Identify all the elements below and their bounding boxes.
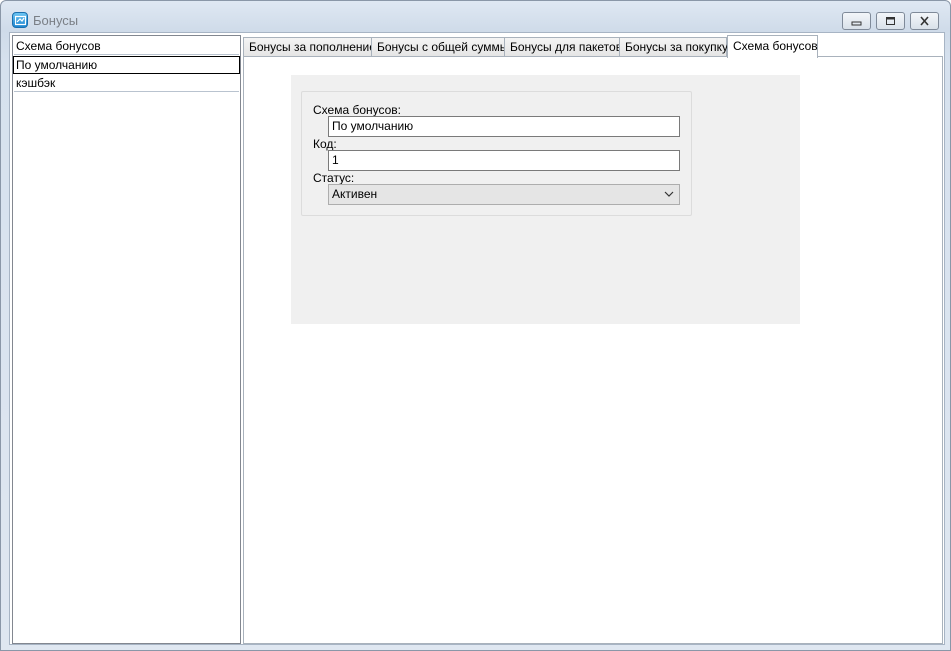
window-title: Бонусы [33,13,79,28]
title-bar[interactable]: Бонусы [1,1,950,33]
tab-topup-bonuses[interactable]: Бонусы за пополнение [243,37,376,57]
tab-package-bonuses[interactable]: Бонусы для пакетов [504,37,622,57]
tab-bonus-scheme[interactable]: Схема бонусов [727,35,818,58]
list-item-cashback[interactable]: кэшбэк [14,75,239,92]
restore-button[interactable] [876,12,905,30]
close-button[interactable] [910,12,939,30]
scheme-name-label: Схема бонусов: [313,103,402,117]
tab-strip: Бонусы за пополнение Бонусы с общей сумм… [243,35,943,58]
list-header[interactable]: Схема бонусов [14,38,239,55]
code-input[interactable]: 1 [328,150,680,171]
status-label: Статус: [313,171,355,185]
bonus-scheme-list[interactable]: Схема бонусов По умолчанию кэшбэк [12,35,241,644]
restore-icon [886,17,895,25]
app-window-icon [12,12,28,28]
status-select-value: Активен [332,187,378,201]
scheme-group-box: Схема бонусов: По умолчанию Код: 1 Стату… [301,91,692,216]
list-item-default[interactable]: По умолчанию [13,56,240,74]
status-select[interactable]: Активен [328,184,680,205]
close-icon [920,16,929,26]
client-area: Схема бонусов По умолчанию кэшбэк Бонусы… [9,32,945,645]
tab-purchase-bonuses[interactable]: Бонусы за покупку [619,37,728,57]
tabs-container: Бонусы за пополнение Бонусы с общей сумм… [243,35,943,644]
minimize-button[interactable] [842,12,871,30]
code-label: Код: [313,137,337,151]
scheme-name-input[interactable]: По умолчанию [328,116,680,137]
tab-panel-bonus-scheme: Схема бонусов: По умолчанию Код: 1 Стату… [243,56,943,644]
chevron-down-icon [664,191,674,197]
tab-total-sum-bonuses[interactable]: Бонусы с общей суммы [371,37,508,57]
bonuses-window: Бонусы Схема бонусов По умолчанию кэшбэк… [0,0,951,651]
minimize-icon [851,21,862,26]
scheme-form-panel: Схема бонусов: По умолчанию Код: 1 Стату… [291,75,800,324]
